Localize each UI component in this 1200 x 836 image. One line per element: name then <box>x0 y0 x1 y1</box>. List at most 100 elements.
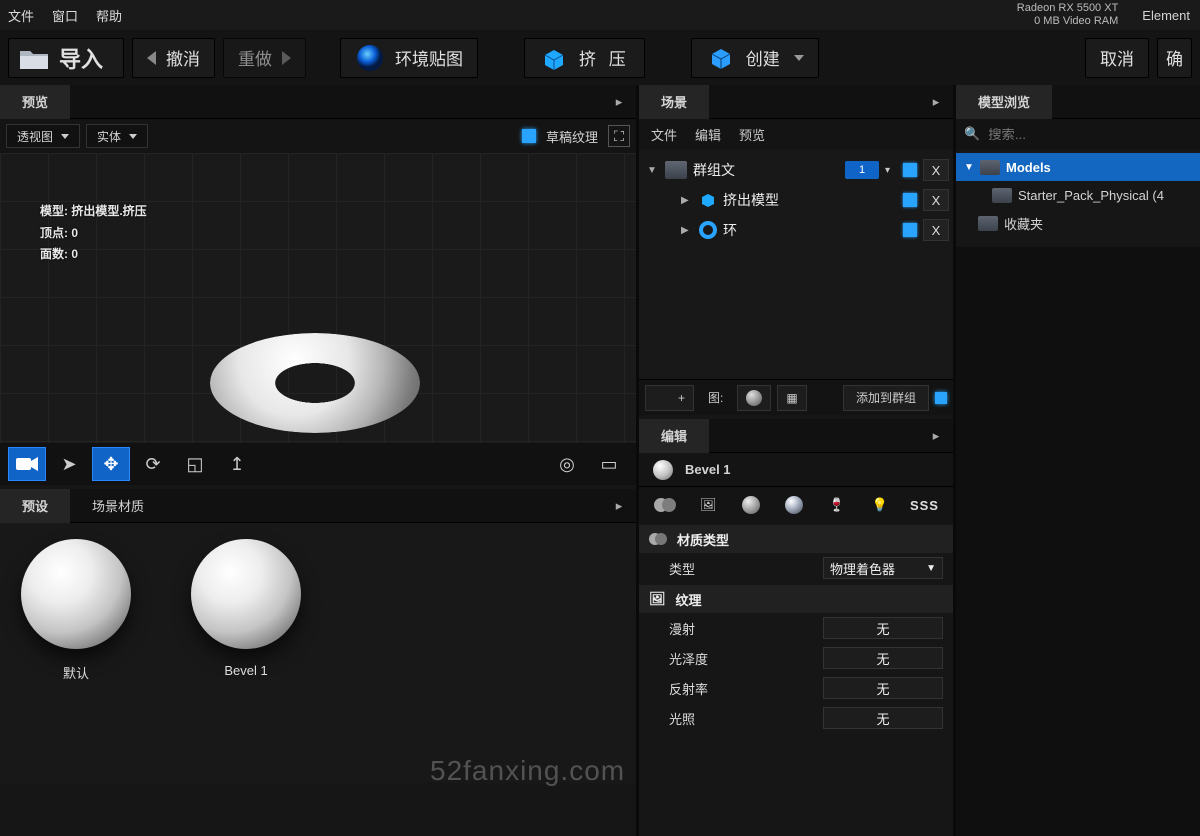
scene-menu-preview[interactable]: 预览 <box>739 125 765 144</box>
expand-icon[interactable]: ▸ <box>608 495 630 517</box>
materials-panel-header: 预设 场景材质 ▸ <box>0 489 636 523</box>
shade-dropdown[interactable]: 实体 <box>86 124 148 148</box>
import-button[interactable]: 导入 <box>8 38 124 78</box>
section-texture[interactable]: 🖼 纹理 <box>639 585 953 613</box>
draft-toggle[interactable] <box>522 129 536 143</box>
sphere-icon[interactable] <box>739 492 764 518</box>
preview-tab[interactable]: 预览 <box>0 85 70 119</box>
camera-tool-icon[interactable] <box>8 447 46 481</box>
editor-material-name: Bevel 1 <box>685 462 731 477</box>
tree-row-group[interactable]: ▼ 群组文 1 ▾ X <box>643 155 949 185</box>
redo-button[interactable]: 重做 <box>223 38 306 78</box>
add-folder-button[interactable]: + <box>645 385 694 411</box>
toggle-icon[interactable] <box>935 392 947 404</box>
visibility-toggle[interactable] <box>903 193 917 207</box>
field-value[interactable]: 无 <box>823 617 943 639</box>
visibility-toggle[interactable] <box>903 223 917 237</box>
material-item-bevel1[interactable]: Bevel 1 <box>186 539 306 767</box>
section-material-type[interactable]: 材质类型 <box>639 525 953 553</box>
type-value: 物理着色器 <box>830 559 895 578</box>
extrude-button[interactable]: 挤 压 <box>524 38 645 78</box>
search-icon: 🔍 <box>964 126 980 142</box>
add-to-group-button[interactable]: 添加到群组 <box>843 385 929 411</box>
grid-button[interactable]: ▦ <box>777 385 806 411</box>
envmap-button[interactable]: 环境贴图 <box>340 38 478 78</box>
models-folder[interactable]: ▼ Models <box>956 153 1200 181</box>
count-pill[interactable]: 1 <box>845 161 879 179</box>
view-dropdown[interactable]: 透视图 <box>6 124 80 148</box>
close-icon[interactable]: X <box>923 159 949 181</box>
redo-label: 重做 <box>238 45 272 70</box>
material-icon <box>649 532 667 546</box>
chevron-down-icon <box>129 134 137 139</box>
menu-file[interactable]: 文件 <box>8 6 34 25</box>
close-icon[interactable]: X <box>923 189 949 211</box>
menu-help[interactable]: 帮助 <box>96 6 122 25</box>
presets-tab[interactable]: 预设 <box>0 489 70 523</box>
scale-tool-icon[interactable]: ◱ <box>176 447 214 481</box>
sphere-icon <box>21 539 131 649</box>
chevron-right-icon: ▶ <box>681 195 693 206</box>
field-value[interactable]: 无 <box>823 677 943 699</box>
shade-dd-label: 实体 <box>97 128 121 145</box>
field-value[interactable]: 无 <box>823 647 943 669</box>
create-button[interactable]: 创建 <box>691 38 819 78</box>
scene-menu-file[interactable]: 文件 <box>651 125 677 144</box>
tree-row-torus[interactable]: ▶ 环 X <box>643 215 949 245</box>
type-dropdown[interactable]: 物理着色器 ▼ <box>823 557 943 579</box>
light-icon[interactable]: 💡 <box>867 492 892 518</box>
field-label: 反射率 <box>669 679 749 698</box>
material-item-default[interactable]: 默认 <box>16 539 136 767</box>
material-categories: 🖼 🍷 💡 SSS <box>639 487 953 523</box>
tree-group-label: 群组文 <box>693 160 839 180</box>
material-label: 默认 <box>16 663 136 682</box>
expand-icon[interactable]: ▸ <box>925 425 947 447</box>
scene-tab[interactable]: 场景 <box>639 85 709 119</box>
starter-pack-folder[interactable]: Starter_Pack_Physical (4 <box>956 181 1200 209</box>
scene-menu-edit[interactable]: 编辑 <box>695 125 721 144</box>
menu-window[interactable]: 窗口 <box>52 6 78 25</box>
expand-icon[interactable]: ▸ <box>608 91 630 113</box>
sphere-button[interactable] <box>737 385 771 411</box>
target-icon[interactable]: ◎ <box>548 447 586 481</box>
sphere-icon <box>653 460 673 480</box>
globe-icon <box>355 43 385 73</box>
scene-panel-header: 场景 ▸ <box>639 85 953 119</box>
ok-button[interactable]: 确 <box>1157 38 1192 78</box>
chevron-down-icon[interactable]: ▾ <box>885 165 897 176</box>
close-icon[interactable]: X <box>923 219 949 241</box>
rotate-tool-icon[interactable]: ⟳ <box>134 447 172 481</box>
extrude-icon <box>699 191 717 209</box>
expand-icon[interactable]: ▸ <box>925 91 947 113</box>
preview-panel-header: 预览 ▸ <box>0 85 636 119</box>
envmap-label: 环境贴图 <box>395 45 463 70</box>
select-tool-icon[interactable]: ➤ <box>50 447 88 481</box>
tree-row-extrude[interactable]: ▶ 挤出模型 X <box>643 185 949 215</box>
search-input[interactable] <box>988 127 1192 142</box>
sss-tab[interactable]: SSS <box>910 498 939 513</box>
image-icon: 🖼 <box>649 591 666 607</box>
browser-tab[interactable]: 模型浏览 <box>956 85 1052 119</box>
cube-icon <box>706 43 736 73</box>
fullscreen-icon[interactable]: ⛶ <box>608 125 630 147</box>
chrome-icon[interactable] <box>781 492 806 518</box>
axis-tool-icon[interactable]: ↥ <box>218 447 256 481</box>
cancel-button[interactable]: 取消 <box>1085 38 1149 78</box>
visibility-toggle[interactable] <box>903 163 917 177</box>
favorites-folder[interactable]: 收藏夹 <box>956 209 1200 237</box>
search-row: 🔍 <box>956 119 1200 149</box>
view-dd-label: 透视图 <box>17 128 53 145</box>
image-icon[interactable]: 🖼 <box>696 492 721 518</box>
torus-mesh <box>210 333 420 433</box>
scene-materials-tab[interactable]: 场景材质 <box>70 496 166 515</box>
monitor-icon[interactable]: ▭ <box>590 447 628 481</box>
scene-footer: + 图: ▦ 添加到群组 <box>639 379 953 415</box>
glass-icon[interactable]: 🍷 <box>824 492 849 518</box>
watermark: 52fanxing.com <box>430 755 625 787</box>
move-tool-icon[interactable]: ✥ <box>92 447 130 481</box>
viewport-3d[interactable]: 模型: 挤出模型.挤压 顶点: 0 面数: 0 <box>0 153 636 443</box>
editor-tab[interactable]: 编辑 <box>639 419 709 453</box>
material-basic-icon[interactable] <box>653 492 678 518</box>
field-value[interactable]: 无 <box>823 707 943 729</box>
undo-button[interactable]: 撤消 <box>132 38 215 78</box>
